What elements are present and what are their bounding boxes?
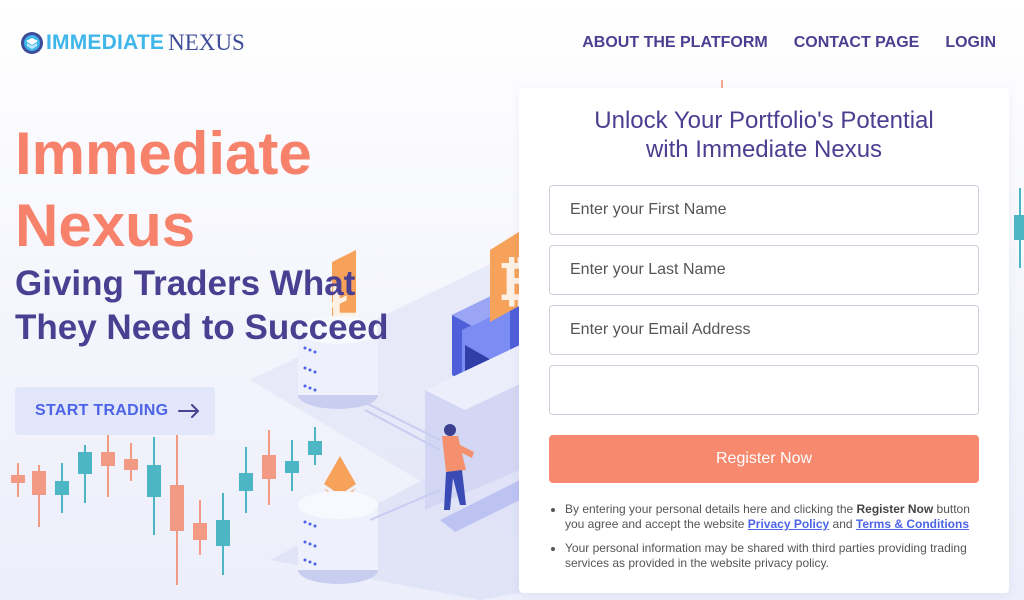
hero-subtitle: Giving Traders What They Need to Succeed	[15, 262, 435, 350]
email-input[interactable]	[549, 305, 979, 355]
privacy-policy-link[interactable]: Privacy Policy	[748, 517, 829, 531]
logo-globe-icon	[21, 32, 43, 54]
candle-body	[11, 475, 25, 483]
candle-body	[55, 481, 69, 495]
disclaimer-consent: By entering your personal details here a…	[565, 502, 979, 532]
register-now-button[interactable]: Register Now	[549, 435, 979, 483]
start-trading-button[interactable]: START TRADING	[15, 387, 215, 435]
form-title-line1: Unlock Your Portfolio's Potential	[594, 107, 934, 134]
start-trading-label: START TRADING	[35, 402, 169, 419]
first-name-input[interactable]	[549, 185, 979, 235]
candle-body	[78, 452, 92, 474]
hero-subtitle-line1: Giving Traders What	[15, 264, 356, 303]
candle-body	[170, 485, 184, 531]
consent-register-bold: Register Now	[856, 502, 934, 516]
disclaimer-data-sharing: Your personal information may be shared …	[565, 541, 979, 571]
candle-body	[285, 461, 299, 473]
consent-text-start: By entering your personal details here a…	[565, 502, 857, 516]
candle-body	[193, 523, 207, 540]
connector-lines	[359, 399, 441, 521]
logo-text-immediate: IMMEDIATE	[46, 31, 165, 54]
site-header: IMMEDIATE NEXUS ABOUT THE PLATFORM CONTA…	[0, 0, 1024, 86]
candle-body	[262, 455, 276, 479]
candle-body	[239, 473, 253, 491]
main-nav: ABOUT THE PLATFORM CONTACT PAGE LOGIN	[582, 34, 996, 52]
form-title-line2: with Immediate Nexus	[645, 136, 883, 163]
last-name-input[interactable]	[549, 245, 979, 295]
form-disclaimer: By entering your personal details here a…	[565, 502, 979, 580]
nav-contact-page[interactable]: CONTACT PAGE	[794, 34, 920, 52]
candle-body	[216, 520, 230, 546]
candlestick-chart	[11, 427, 322, 585]
candle-body	[124, 459, 138, 470]
tower-block	[425, 345, 520, 510]
consent-text-and: and	[829, 517, 856, 531]
form-title: Unlock Your Portfolio's Potential with I…	[519, 106, 1009, 164]
site-logo[interactable]: IMMEDIATE NEXUS	[20, 30, 245, 56]
stairs	[440, 480, 520, 532]
candle-body	[147, 465, 161, 497]
nav-about-platform[interactable]: ABOUT THE PLATFORM	[582, 34, 767, 52]
hero-subtitle-line2: They Need to Succeed	[15, 308, 389, 347]
logo-text-nexus: NEXUS	[168, 30, 245, 55]
hero-title: Immediate Nexus	[15, 118, 312, 262]
terms-conditions-link[interactable]: Terms & Conditions	[856, 517, 969, 531]
nav-login[interactable]: LOGIN	[945, 34, 996, 52]
candle-body	[308, 441, 322, 455]
phone-input[interactable]	[549, 365, 979, 415]
arrow-right-icon	[178, 404, 200, 418]
candle-body	[32, 471, 46, 495]
registration-form-card: Unlock Your Portfolio's Potential with I…	[519, 88, 1009, 593]
person-figure	[442, 424, 474, 510]
candle-body	[101, 452, 115, 466]
hero-title-line1: Immediate	[15, 120, 312, 187]
hero-title-line2: Nexus	[15, 192, 196, 259]
